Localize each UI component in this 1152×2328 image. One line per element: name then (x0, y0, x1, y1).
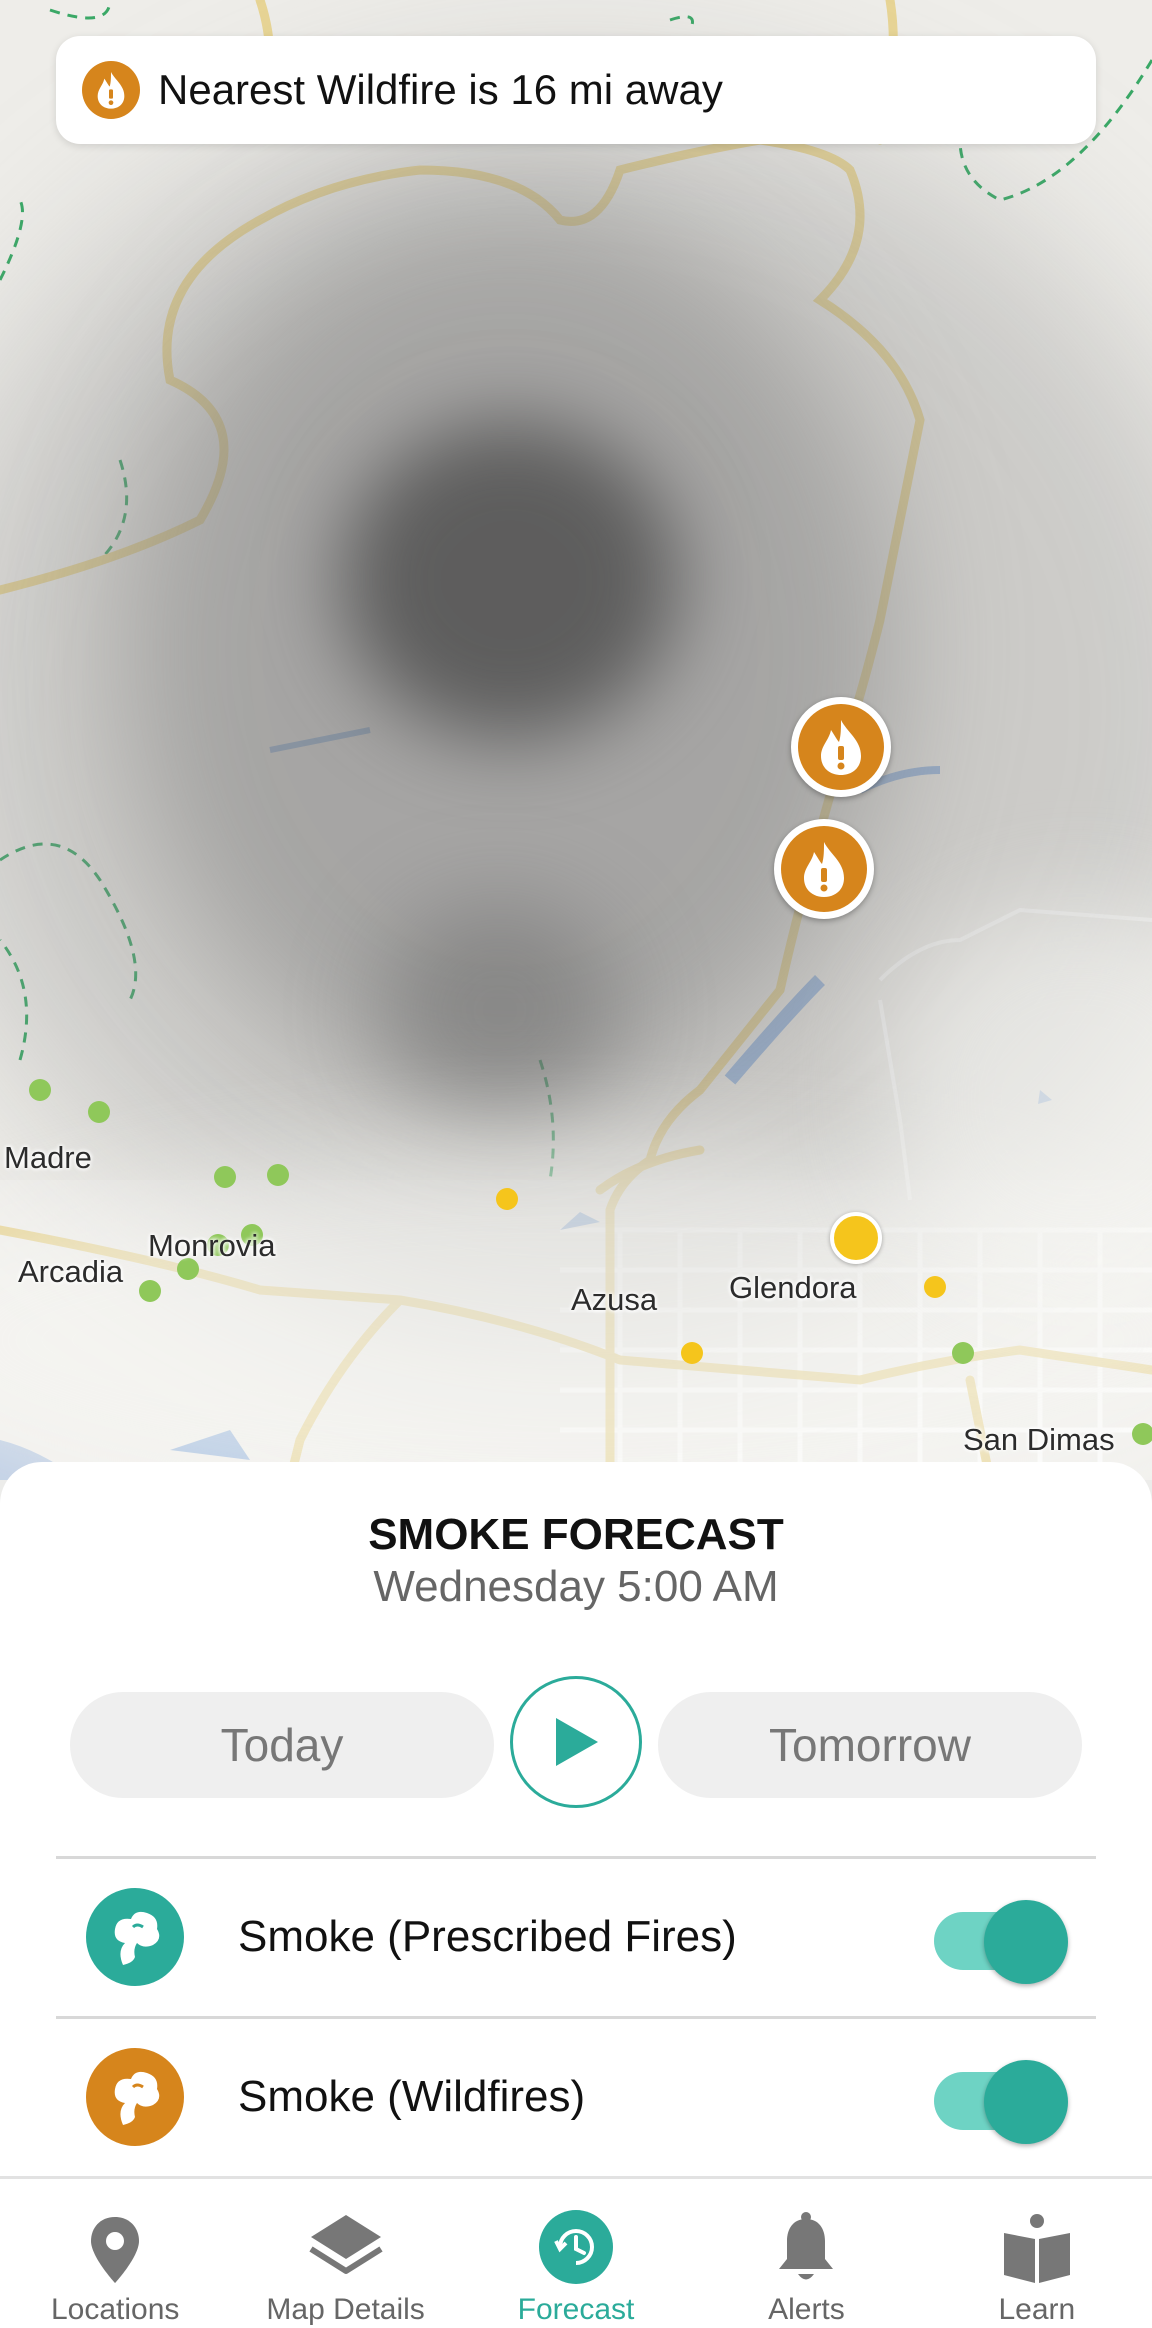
nearest-wildfire-banner[interactable]: Nearest Wildfire is 16 mi away (56, 36, 1096, 144)
sheet-title: SMOKE FORECAST (368, 1510, 784, 1559)
nav-item-map-details[interactable]: Map Details (230, 2179, 460, 2328)
nav-item-learn[interactable]: Learn (922, 2179, 1152, 2328)
wildfire-marker[interactable] (774, 819, 874, 919)
air-monitor-dot-large[interactable] (830, 1212, 882, 1264)
layer-row-wildfires[interactable]: Smoke (Wildfires) (56, 2022, 1096, 2172)
fire-alert-icon (82, 61, 140, 119)
smoke-cloud-icon (86, 1888, 184, 1986)
play-button[interactable] (510, 1676, 642, 1808)
city-label-san-dimas: San Dimas (963, 1422, 1115, 1457)
fire-alert-icon (781, 826, 867, 912)
book-icon (1000, 2195, 1074, 2285)
smoke-core (340, 420, 680, 740)
city-label-glendora: Glendora (729, 1270, 857, 1305)
air-monitor-dot[interactable] (924, 1276, 946, 1298)
nav-label: Map Details (266, 2293, 425, 2326)
layers-icon (307, 2195, 385, 2285)
smoke-cloud-icon (86, 2048, 184, 2146)
nav-label: Locations (50, 2293, 180, 2326)
bell-icon (775, 2195, 837, 2285)
smoke-patch (380, 900, 620, 1120)
air-monitor-dot[interactable] (496, 1188, 518, 1210)
air-monitor-dot[interactable] (214, 1166, 236, 1188)
city-label-azusa: Azusa (571, 1282, 658, 1317)
layer-name: Smoke (Wildfires) (238, 2072, 586, 2121)
air-monitor-dot[interactable] (88, 1101, 110, 1123)
city-label-monrovia: Monrovia (148, 1228, 276, 1263)
wildfire-marker[interactable] (791, 697, 891, 797)
air-monitor-dot[interactable] (267, 1164, 289, 1186)
nav-label: Learn (998, 2293, 1076, 2326)
forecast-clock-icon (538, 2195, 614, 2285)
layer-name: Smoke (Prescribed Fires) (238, 1912, 737, 1961)
layer-row-prescribed-fires[interactable]: Smoke (Prescribed Fires) (56, 1862, 1096, 2012)
nav-item-forecast[interactable]: Forecast (461, 2179, 691, 2328)
tomorrow-button[interactable]: Tomorrow (658, 1692, 1082, 1798)
city-label-madre: Madre (4, 1140, 92, 1175)
smoke-forecast-sheet: SMOKE FORECAST Wednesday 5:00 AM Today T… (0, 1462, 1152, 2176)
air-monitor-dot[interactable] (29, 1079, 51, 1101)
divider (56, 2016, 1096, 2019)
prescribed-fires-toggle[interactable] (932, 1900, 1068, 1984)
nav-label: Forecast (517, 2293, 635, 2326)
toggle-knob (984, 1900, 1068, 1984)
play-icon (556, 1718, 598, 1766)
air-monitor-dot[interactable] (1132, 1423, 1152, 1445)
location-pin-icon (87, 2195, 143, 2285)
air-monitor-dot[interactable] (681, 1342, 703, 1364)
fire-alert-icon (798, 704, 884, 790)
forecast-time: Wednesday 5:00 AM (373, 1562, 779, 1611)
city-label-arcadia: Arcadia (18, 1254, 124, 1289)
wildfires-toggle[interactable] (932, 2060, 1068, 2144)
toggle-knob (984, 2060, 1068, 2144)
nav-item-locations[interactable]: Locations (0, 2179, 230, 2328)
bottom-nav: Locations Map Details Forecast Alerts Le… (0, 2176, 1152, 2328)
today-button[interactable]: Today (70, 1692, 494, 1798)
nearest-wildfire-text: Nearest Wildfire is 16 mi away (158, 66, 723, 113)
nav-label: Alerts (768, 2293, 845, 2326)
map-view[interactable]: Madre Monrovia Arcadia Azusa Glendora Sa… (0, 0, 1152, 1480)
air-monitor-dot[interactable] (952, 1342, 974, 1364)
nav-item-alerts[interactable]: Alerts (691, 2179, 921, 2328)
air-monitor-dot[interactable] (139, 1280, 161, 1302)
divider (56, 1856, 1096, 1859)
